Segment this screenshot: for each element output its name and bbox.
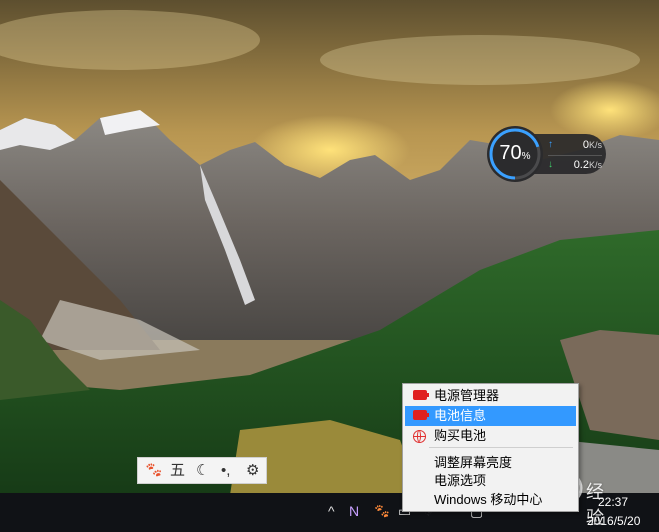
download-arrow-icon: ↓ bbox=[548, 159, 553, 170]
ime-toolbar: 🐾︎ 五 ☾ •, ⚙ bbox=[137, 457, 267, 484]
menu-separator bbox=[429, 447, 573, 448]
percent-unit: % bbox=[521, 151, 531, 162]
menu-item-battery-info[interactable]: 电池信息 bbox=[405, 406, 576, 426]
memory-percent: 70% bbox=[494, 141, 536, 169]
ime-mode-label[interactable]: 五 bbox=[170, 461, 185, 481]
onenote-icon[interactable]: N bbox=[349, 501, 359, 521]
globe-icon bbox=[413, 430, 426, 443]
watermark-text: 经验 bbox=[586, 482, 605, 528]
battery-icon bbox=[413, 390, 429, 400]
gear-icon[interactable]: ⚙ bbox=[246, 461, 259, 481]
speed-divider bbox=[548, 155, 602, 156]
menu-item-label: 电源管理器 bbox=[434, 388, 500, 403]
battery-icon bbox=[413, 410, 429, 420]
moon-icon[interactable]: ☾ bbox=[196, 461, 209, 481]
download-unit: K/s bbox=[588, 160, 602, 170]
paw-icon[interactable]: 🐾︎ bbox=[144, 461, 163, 481]
input-method-icon[interactable]: 🐾︎ bbox=[373, 501, 391, 521]
download-value: 0.2 bbox=[573, 159, 589, 171]
menu-item-power-options[interactable]: 电源选项 bbox=[405, 471, 576, 491]
upload-arrow-icon: ↑ bbox=[548, 139, 553, 150]
menu-item-label: Windows 移动中心 bbox=[434, 492, 543, 507]
menu-item-label: 电源选项 bbox=[434, 473, 487, 488]
network-speed-widget[interactable]: 70% ↑ 0K/s ↓ 0.2K/s bbox=[486, 125, 608, 183]
chevron-up-icon[interactable]: ^ bbox=[328, 501, 335, 521]
menu-item-buy-battery[interactable]: 购买电池 bbox=[405, 426, 576, 446]
percent-value: 70 bbox=[499, 142, 522, 164]
menu-item-power-manager[interactable]: 电源管理器 bbox=[405, 386, 576, 406]
menu-item-mobility-center[interactable]: Windows 移动中心 bbox=[405, 490, 576, 510]
menu-item-label: 电池信息 bbox=[434, 408, 487, 423]
power-context-menu: 电源管理器 电池信息 购买电池 调整屏幕亮度 电源选项 Windows 移动中心 bbox=[402, 383, 579, 512]
menu-item-label: 购买电池 bbox=[434, 428, 487, 443]
punctuation-icon[interactable]: •, bbox=[221, 461, 230, 481]
upload-unit: K/s bbox=[588, 140, 602, 150]
menu-item-label: 调整屏幕亮度 bbox=[434, 455, 513, 470]
menu-item-adjust-brightness[interactable]: 调整屏幕亮度 bbox=[405, 453, 576, 473]
